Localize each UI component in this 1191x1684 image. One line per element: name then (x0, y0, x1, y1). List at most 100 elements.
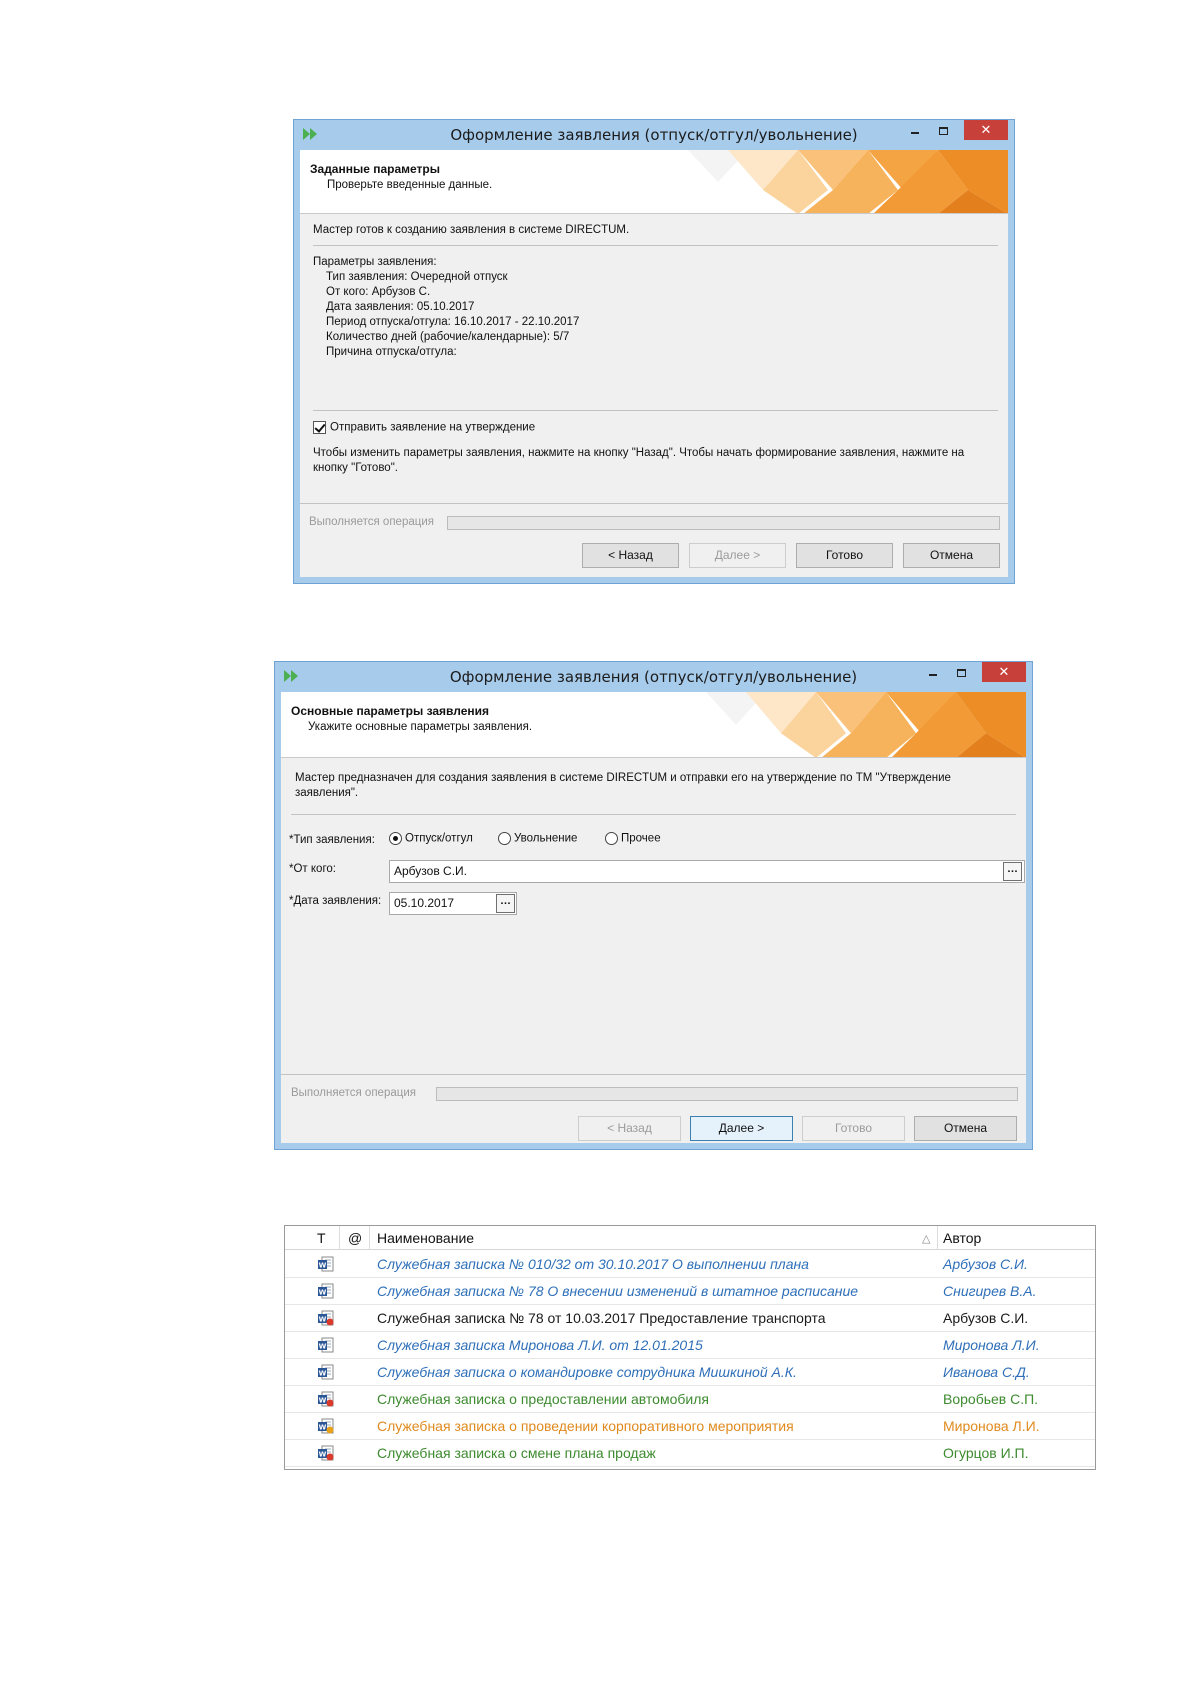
back-button[interactable]: < Назад (582, 543, 679, 568)
from-input[interactable]: Арбузов С.И. (389, 860, 1025, 883)
operation-label: Выполняется операция (309, 516, 434, 528)
table-row[interactable]: W Служебная записка о смене плана продаж О… (285, 1440, 1095, 1467)
separator (313, 410, 998, 411)
radio-label: Увольнение (514, 832, 578, 845)
sort-ascending-icon: △ (922, 1233, 931, 1245)
column-type[interactable]: Т (317, 1230, 326, 1246)
date-label: *Дата заявления: (289, 895, 382, 907)
params-title: Параметры заявления: (313, 256, 437, 268)
footer-separator (300, 503, 1008, 504)
date-picker-button[interactable]: … (496, 894, 515, 913)
checkbox-checked-icon[interactable] (313, 421, 326, 434)
maximize-icon (938, 126, 948, 135)
cancel-button[interactable]: Отмена (914, 1116, 1017, 1141)
finish-button[interactable]: Готово (802, 1116, 905, 1141)
main-params-dialog-window: Оформление заявления (отпуск/отгул/уволь… (274, 661, 1033, 1150)
table-row[interactable]: W Служебная записка № 010/32 от 30.10.201… (285, 1251, 1095, 1278)
from-picker-button[interactable]: … (1003, 862, 1022, 881)
word-document-icon: W (318, 1418, 334, 1434)
list-header: Т @ Наименование △ Автор (285, 1226, 1095, 1250)
maximize-button[interactable] (948, 662, 974, 682)
operation-label: Выполняется операция (291, 1087, 416, 1099)
param-date: Дата заявления: 05.10.2017 (326, 301, 475, 313)
summary-dialog-window: Оформление заявления (отпуск/отгул/уволь… (293, 119, 1015, 584)
word-document-icon: W (318, 1445, 334, 1461)
wizard-header: Заданные параметры Проверьте введенные д… (300, 150, 1008, 214)
minimize-button[interactable] (920, 662, 946, 682)
close-button[interactable]: ✕ (964, 120, 1008, 140)
maximize-button[interactable] (930, 120, 956, 140)
header-title: Основные параметры заявления (291, 704, 490, 718)
footer-separator (281, 1074, 1026, 1075)
title-bar[interactable]: Оформление заявления (отпуск/отгул/уволь… (294, 120, 1014, 150)
table-row[interactable]: W Служебная записка о предоставлении авто… (285, 1386, 1095, 1413)
window-title: Оформление заявления (отпуск/отгул/уволь… (449, 668, 858, 686)
radio-vacation[interactable]: Отпуск/отгул (389, 832, 473, 845)
column-at[interactable]: @ (348, 1230, 362, 1246)
radio-dismissal[interactable]: Увольнение (498, 832, 577, 845)
row-name: Служебная записка о проведении корпорати… (377, 1418, 794, 1434)
param-type: Тип заявления: Очередной отпуск (326, 271, 508, 283)
row-name: Служебная записка № 78 О внесении измене… (377, 1283, 859, 1299)
table-row[interactable]: W Служебная записка № 78 О внесении измен… (285, 1278, 1095, 1305)
row-name: Служебная записка о смене плана продаж (377, 1445, 656, 1461)
next-button[interactable]: Далее > (689, 543, 786, 568)
send-for-approval-checkbox[interactable]: Отправить заявление на утверждение (313, 421, 535, 434)
table-row[interactable]: W Служебная записка Миронова Л.И. от 12.0… (285, 1332, 1095, 1359)
header-subtitle: Укажите основные параметры заявления. (308, 721, 533, 733)
param-period: Период отпуска/отгула: 16.10.2017 - 22.1… (326, 316, 580, 328)
column-author[interactable]: Автор (943, 1230, 981, 1246)
svg-text:W: W (319, 1451, 327, 1459)
wizard-header: Основные параметры заявления Укажите осн… (281, 692, 1026, 758)
close-button[interactable]: ✕ (982, 662, 1026, 682)
radio-unselected-icon[interactable] (498, 832, 511, 845)
table-row[interactable]: W Служебная записка № 78 от 10.03.2017 Пр… (285, 1305, 1095, 1332)
radio-selected-icon[interactable] (389, 832, 402, 845)
param-days: Количество дней (рабочие/календарные): 5… (326, 331, 570, 343)
row-author: Иванова С.Д. (943, 1364, 1030, 1380)
row-name: Служебная записка № 78 от 10.03.2017 Пре… (377, 1310, 826, 1326)
orange-banner-graphic (688, 150, 1008, 213)
row-author: Арбузов С.И. (943, 1310, 1029, 1326)
intro-text-line2: заявления". (295, 787, 359, 799)
column-name[interactable]: Наименование (377, 1230, 474, 1246)
minimize-icon (929, 673, 937, 676)
row-author: Огурцов И.П. (943, 1445, 1029, 1461)
orange-banner-graphic (706, 692, 1026, 757)
svg-text:W: W (319, 1262, 327, 1270)
separator (291, 814, 1016, 815)
table-row[interactable]: W Служебная записка о проведении корпорат… (285, 1413, 1095, 1440)
radio-label: Отпуск/отгул (405, 832, 473, 845)
cancel-button[interactable]: Отмена (903, 543, 1000, 568)
row-author: Арбузов С.И. (943, 1256, 1028, 1272)
row-author: Миронова Л.И. (943, 1337, 1040, 1353)
documents-list: Т @ Наименование △ Автор W Служебная запи… (284, 1225, 1096, 1470)
header-subtitle: Проверьте введенные данные. (327, 179, 493, 191)
svg-text:W: W (319, 1424, 327, 1432)
word-document-icon: W (318, 1391, 334, 1407)
svg-text:W: W (319, 1343, 327, 1351)
svg-text:W: W (319, 1397, 327, 1405)
finish-button[interactable]: Готово (796, 543, 893, 568)
radio-unselected-icon[interactable] (605, 832, 618, 845)
title-bar[interactable]: Оформление заявления (отпуск/отгул/уволь… (275, 662, 1032, 692)
table-row[interactable]: W Служебная записка о командировке сотруд… (285, 1359, 1095, 1386)
back-button[interactable]: < Назад (578, 1116, 681, 1141)
progress-bar (436, 1087, 1018, 1101)
column-divider (937, 1226, 938, 1250)
close-icon: ✕ (980, 122, 992, 137)
row-author: Миронова Л.И. (943, 1418, 1040, 1434)
column-divider (339, 1226, 340, 1250)
row-name: Служебная записка о командировке сотрудн… (377, 1364, 797, 1380)
intro-text-line1: Мастер предназначен для создания заявлен… (295, 772, 951, 784)
dialog-body: Основные параметры заявления Укажите осн… (281, 692, 1026, 1143)
minimize-button[interactable] (902, 120, 928, 140)
header-title: Заданные параметры (310, 162, 441, 176)
close-icon: ✕ (998, 664, 1010, 679)
dialog-body: Заданные параметры Проверьте введенные д… (300, 150, 1008, 577)
radio-other[interactable]: Прочее (605, 832, 661, 845)
next-button[interactable]: Далее > (690, 1116, 793, 1141)
word-document-icon: W (318, 1283, 334, 1299)
from-label: *От кого: (289, 863, 336, 875)
row-name: Служебная записка о предоставлении автом… (377, 1391, 709, 1407)
